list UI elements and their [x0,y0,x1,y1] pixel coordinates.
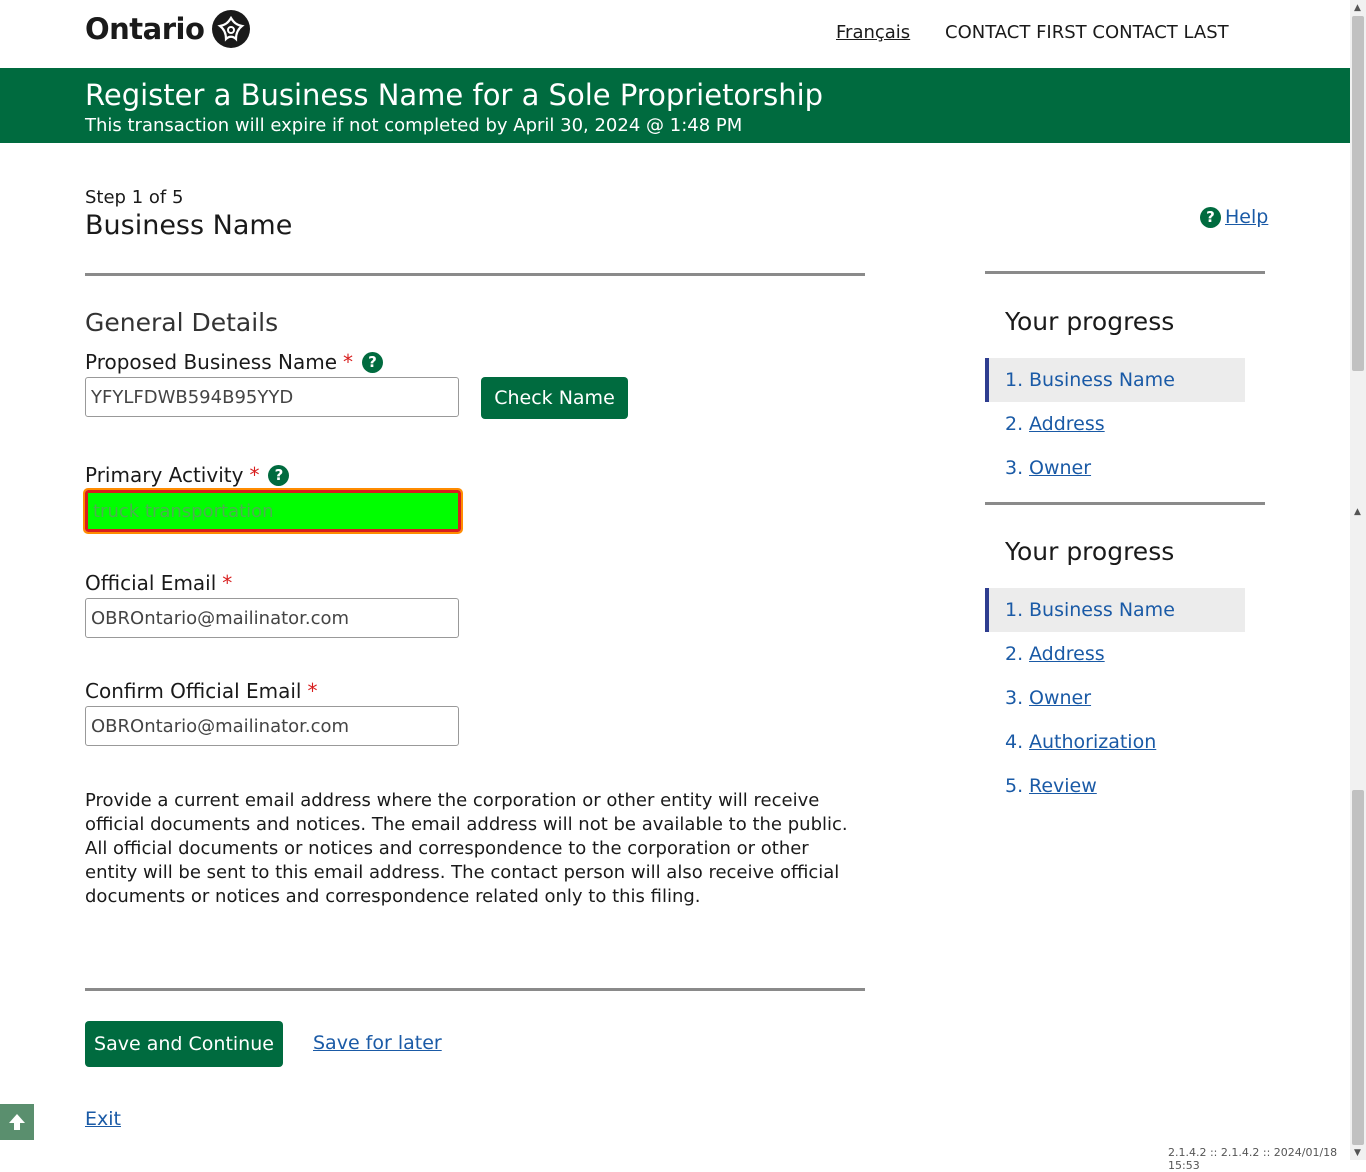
banner-title: Register a Business Name for a Sole Prop… [85,78,824,112]
confirm-email-label: Confirm Official Email * [85,679,317,703]
banner-subtitle: This transaction will expire if not comp… [85,115,743,136]
official-email-label: Official Email * [85,571,232,595]
user-name[interactable]: CONTACT FIRST CONTACT LAST [945,22,1229,43]
step-indicator: Step 1 of 5 [85,187,184,208]
progress-link[interactable]: Owner [1029,687,1091,709]
required-marker: * [307,679,318,703]
progress-item-business-name: 1. Business Name [985,588,1245,632]
primary-activity-label-text: Primary Activity [85,463,244,487]
progress-item-address[interactable]: 2. Address [985,632,1245,676]
progress-title: Your progress [1005,537,1175,566]
progress-label: Business Name [1029,599,1175,621]
progress-link[interactable]: Address [1029,413,1105,435]
progress-item-review[interactable]: 5. Review [985,764,1245,808]
help-icon: ? [1200,206,1221,228]
progress-item-authorization[interactable]: 4. Authorization [985,720,1245,764]
divider [85,273,865,276]
required-marker: * [343,350,353,374]
business-name-label-text: Proposed Business Name [85,350,337,374]
progress-link[interactable]: Address [1029,643,1105,665]
required-marker: * [222,571,233,595]
question-circle-icon[interactable]: ? [268,464,290,486]
email-description: Provide a current email address where th… [85,790,848,907]
divider [985,271,1265,274]
help-link-group[interactable]: ? Help [1200,206,1268,228]
exit-link[interactable]: Exit [85,1108,121,1130]
progress-label: Business Name [1029,369,1175,391]
arrow-up-icon [9,1114,25,1130]
progress-number: 3. [1005,457,1024,479]
save-later-link[interactable]: Save for later [313,1032,442,1054]
check-name-button[interactable]: Check Name [481,377,628,419]
primary-activity-input[interactable] [83,488,463,534]
save-continue-button[interactable]: Save and Continue [85,1021,283,1067]
business-name-label: Proposed Business Name * ? [85,350,383,374]
scroll-thumb[interactable] [1352,790,1364,1145]
official-email-label-text: Official Email [85,571,217,595]
help-link[interactable]: Help [1225,206,1268,228]
primary-activity-label: Primary Activity * ? [85,463,290,487]
page-scrollbar[interactable]: ▲ ▲ ▼ [1350,0,1366,1160]
progress-item-owner[interactable]: 3. Owner [985,676,1245,720]
page-title: Business Name [85,210,293,241]
required-marker: * [249,463,260,487]
trillium-icon [212,10,251,48]
confirm-email-input[interactable] [85,706,459,746]
progress-number: 2. [1005,643,1024,665]
progress-item-address[interactable]: 2. Address [985,402,1245,446]
site-header: Ontario Français CONTACT FIRST CONTACT L… [0,0,1350,68]
progress-link[interactable]: Owner [1029,457,1091,479]
progress-item-owner[interactable]: 3. Owner [985,446,1245,490]
progress-item-business-name: 1. Business Name [985,358,1245,402]
progress-number: 4. [1005,731,1024,753]
progress-number: 1. [1005,369,1024,391]
progress-number: 5. [1005,775,1024,797]
progress-link[interactable]: Review [1029,775,1097,797]
divider [985,502,1265,505]
progress-title: Your progress [1005,307,1175,336]
language-link[interactable]: Français [836,22,910,43]
progress-number: 2. [1005,413,1024,435]
official-email-input[interactable] [85,598,459,638]
scroll-marker-icon: ▲ [1354,507,1361,517]
version-info: 2.1.4.2 :: 2.1.4.2 :: 2024/01/18 15:53 [1168,1146,1338,1172]
divider [85,988,865,991]
question-circle-icon[interactable]: ? [362,351,383,373]
business-name-input[interactable] [85,377,459,417]
scroll-thumb[interactable] [1352,16,1364,371]
back-to-top-button[interactable] [0,1104,34,1140]
section-title: General Details [85,308,279,337]
page-banner: Register a Business Name for a Sole Prop… [0,68,1350,143]
progress-number: 3. [1005,687,1024,709]
scroll-up-icon[interactable]: ▲ [1354,3,1361,13]
confirm-email-label-text: Confirm Official Email [85,679,302,703]
progress-link[interactable]: Authorization [1029,731,1156,753]
logo-text: Ontario [85,12,205,46]
ontario-logo[interactable]: Ontario [85,10,251,48]
progress-number: 1. [1005,599,1024,621]
